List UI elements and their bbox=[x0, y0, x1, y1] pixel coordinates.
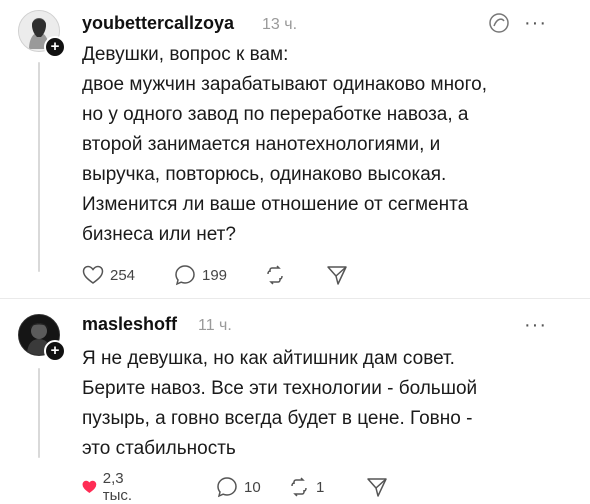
plus-icon[interactable]: + bbox=[44, 36, 66, 58]
like-count: 2,3 тыс. bbox=[102, 470, 133, 504]
heart-icon bbox=[82, 265, 104, 284]
comment-icon bbox=[175, 265, 195, 286]
timestamp: 11 ч. bbox=[198, 317, 232, 334]
spiral-icon bbox=[488, 12, 510, 39]
reply-count: 10 bbox=[244, 478, 261, 496]
repost-button[interactable]: 1 bbox=[288, 474, 324, 500]
more-icon[interactable]: ··· bbox=[524, 13, 547, 33]
repost-button[interactable] bbox=[264, 262, 292, 288]
avatar[interactable]: + bbox=[18, 10, 66, 58]
thread-line bbox=[38, 62, 40, 272]
share-button[interactable] bbox=[326, 262, 348, 288]
plus-icon[interactable]: + bbox=[44, 340, 66, 362]
like-count: 254 bbox=[110, 266, 136, 284]
like-button[interactable]: 2,3 тыс. bbox=[82, 470, 139, 504]
thread-line bbox=[38, 368, 40, 458]
post-text: Я не девушка, но как айтишник дам совет.… bbox=[82, 348, 478, 459]
divider bbox=[0, 298, 590, 299]
post-card: + youbettercallzoya 13 ч. ··· Девушки, в… bbox=[0, 0, 590, 290]
send-icon bbox=[367, 478, 387, 497]
comment-icon bbox=[217, 477, 237, 498]
reply-button[interactable]: 199 bbox=[174, 262, 227, 288]
share-button[interactable] bbox=[366, 474, 388, 500]
repost-count: 1 bbox=[316, 478, 325, 496]
post-text: Девушки, вопрос к вам: двое мужчин зараб… bbox=[82, 44, 487, 245]
heart-icon bbox=[82, 480, 97, 493]
avatar[interactable]: + bbox=[18, 314, 66, 362]
send-icon bbox=[327, 266, 347, 285]
reply-count: 199 bbox=[202, 266, 228, 284]
post-card: + masleshoff 11 ч. ··· Я не девушка, но … bbox=[0, 306, 590, 504]
reply-button[interactable]: 10 bbox=[216, 474, 261, 500]
more-icon[interactable]: ··· bbox=[524, 315, 547, 335]
repost-icon bbox=[291, 477, 307, 497]
repost-icon bbox=[267, 265, 283, 285]
username[interactable]: masleshoff bbox=[82, 314, 177, 335]
timestamp: 13 ч. bbox=[262, 16, 298, 33]
like-button[interactable]: 254 bbox=[82, 262, 135, 288]
username[interactable]: youbettercallzoya bbox=[82, 13, 234, 34]
